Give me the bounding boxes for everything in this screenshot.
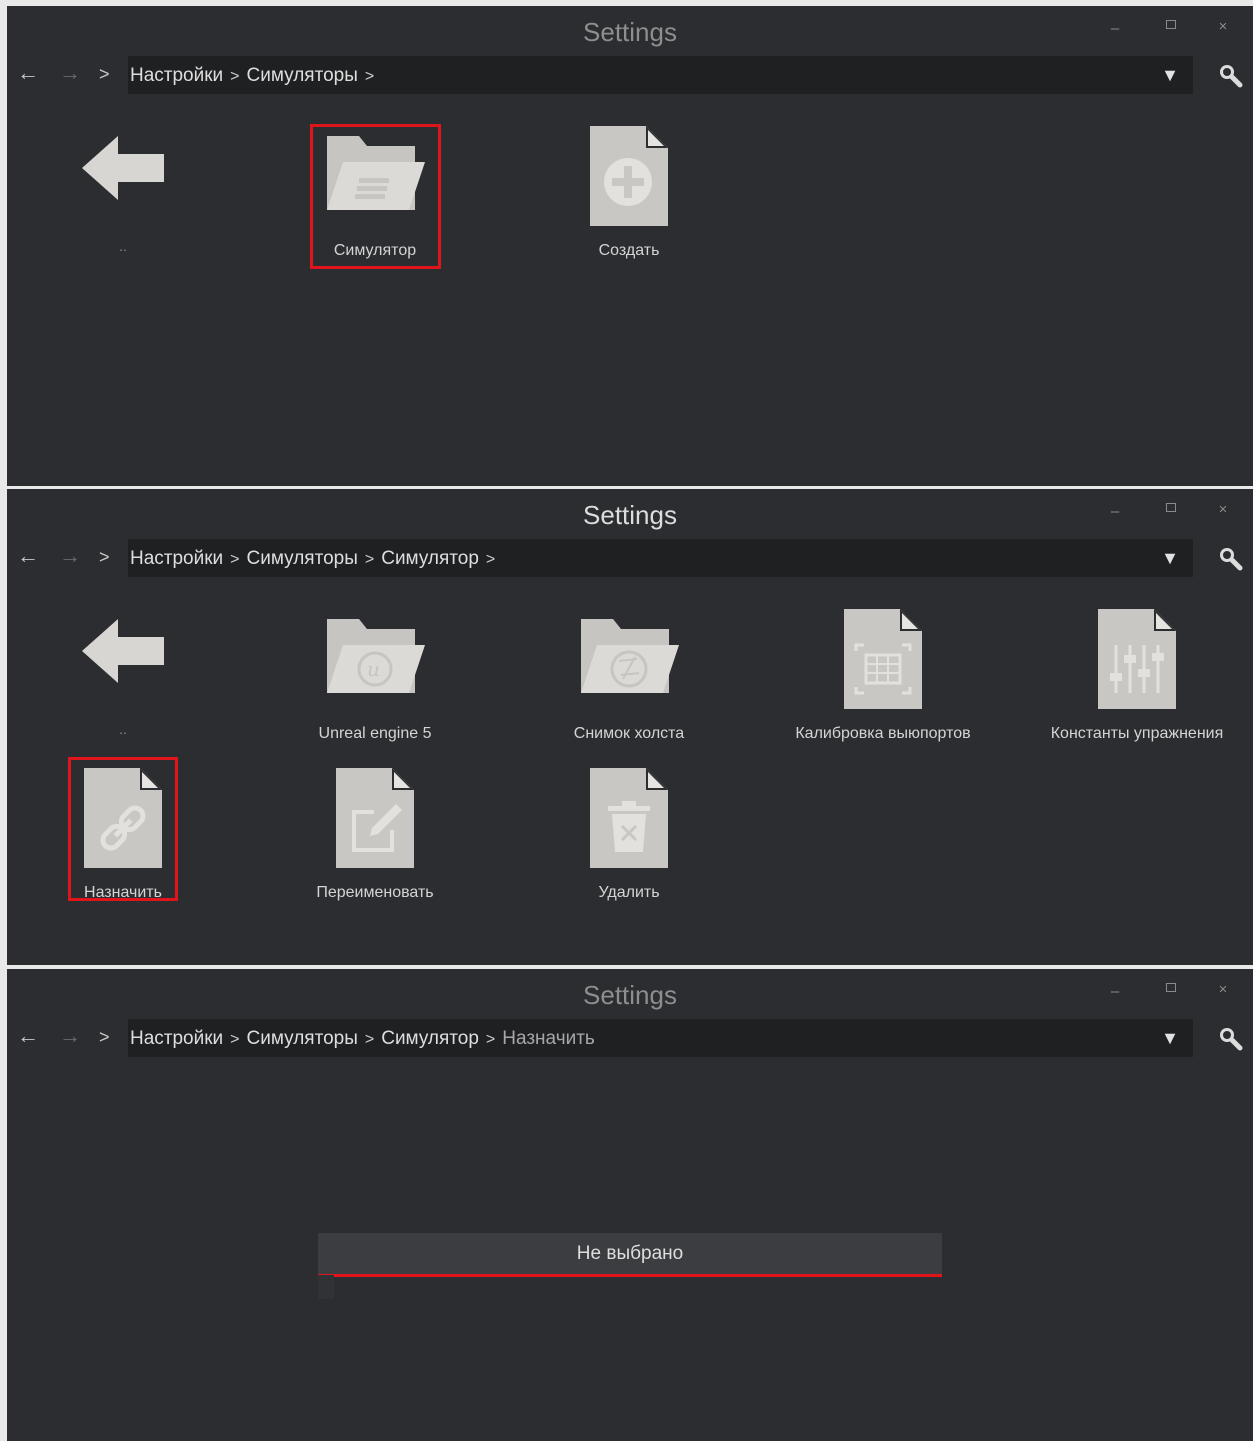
breadcrumb-item[interactable]: Симулятор: [381, 1028, 479, 1049]
breadcrumb-item[interactable]: Симуляторы: [247, 65, 358, 86]
settings-window-1: Settings – × ← → > Настройки > Симуляторы >…: [7, 6, 1253, 486]
tile-create[interactable]: Создать: [549, 116, 709, 266]
path-dropdown-icon[interactable]: ▼: [1161, 65, 1179, 86]
settings-window-3: Settings – × ← → > Настройки > Симуляторы >…: [7, 969, 1253, 1441]
navigation-row: ← → > Настройки > Симуляторы > Симулятор > ▼: [7, 539, 1253, 579]
tile-unreal-engine[interactable]: u Unreal engine 5: [295, 599, 455, 749]
breadcrumb-item[interactable]: Симулятор: [381, 548, 479, 569]
select-scroll-stub: [318, 1275, 334, 1299]
maximize-button[interactable]: [1161, 979, 1181, 996]
tile-label: Переименовать: [316, 884, 434, 901]
settings-window-2: Settings – × ← → > Настройки > Симуляторы >…: [7, 489, 1253, 965]
up-button[interactable]: >: [99, 1027, 110, 1048]
back-button[interactable]: ←: [17, 543, 39, 569]
highlight-frame: [68, 757, 178, 901]
up-button[interactable]: >: [99, 547, 110, 568]
navigation-row: ← → > Настройки > Симуляторы > ▼: [7, 56, 1253, 96]
path-dropdown-icon[interactable]: ▼: [1161, 548, 1179, 569]
title-bar: Settings – ×: [7, 969, 1253, 1017]
folder-aperture-icon: [581, 619, 679, 693]
breadcrumb-separator: >: [364, 551, 375, 568]
forward-button[interactable]: →: [59, 1023, 81, 1049]
breadcrumb-item[interactable]: Настройки: [130, 548, 223, 569]
close-button[interactable]: ×: [1213, 501, 1233, 518]
tile-label: Калибровка выюпортов: [795, 725, 971, 742]
breadcrumb-items: Настройки > Симуляторы > Симулятор > Назначить: [130, 1028, 595, 1050]
folder-unreal-icon: u: [327, 619, 425, 693]
search-icon[interactable]: [1217, 1025, 1243, 1051]
breadcrumb-item[interactable]: Симуляторы: [247, 548, 358, 569]
tile-label: Снимок холста: [573, 725, 685, 742]
maximize-icon: [1166, 503, 1176, 512]
tile-label: Unreal engine 5: [318, 725, 432, 742]
tile-delete[interactable]: Удалить: [549, 758, 709, 908]
breadcrumb-items: Настройки > Симуляторы > Симулятор >: [130, 548, 502, 570]
maximize-icon: [1166, 983, 1176, 992]
path-dropdown-icon[interactable]: ▼: [1161, 1028, 1179, 1049]
maximize-button[interactable]: [1161, 16, 1181, 33]
assign-select[interactable]: Не выбрано: [318, 1233, 942, 1299]
tile-viewport-calibration[interactable]: Калибровка выюпортов: [795, 599, 971, 749]
back-button[interactable]: ←: [17, 1023, 39, 1049]
search-icon[interactable]: [1217, 545, 1243, 571]
forward-button[interactable]: →: [59, 60, 81, 86]
back-button[interactable]: ←: [17, 60, 39, 86]
maximize-icon: [1166, 20, 1176, 29]
tile-parent[interactable]: ..: [43, 599, 203, 749]
breadcrumb-separator: >: [364, 1031, 375, 1048]
breadcrumb-separator: >: [485, 551, 496, 568]
window-title: Settings: [583, 980, 677, 1010]
breadcrumb-separator: >: [230, 1031, 240, 1048]
forward-button[interactable]: →: [59, 543, 81, 569]
breadcrumb: Настройки > Симуляторы > Симулятор > Назначить…: [128, 1019, 1193, 1057]
breadcrumb-items: Настройки > Симуляторы >: [130, 65, 381, 87]
tile-label: Константы упражнения: [1050, 725, 1224, 742]
tile-exercise-constants[interactable]: Константы упражнения: [1051, 599, 1223, 749]
breadcrumb-separator: >: [230, 551, 240, 568]
tile-label: Создать: [598, 242, 660, 259]
breadcrumb-item[interactable]: Настройки: [130, 1028, 223, 1049]
tile-parent[interactable]: ..: [43, 116, 203, 266]
window-title: Settings: [583, 500, 677, 530]
breadcrumb-item[interactable]: Симуляторы: [247, 1028, 358, 1049]
window-title: Settings: [583, 17, 677, 47]
select-value: Не выбрано: [576, 1243, 684, 1264]
up-button[interactable]: >: [99, 64, 110, 85]
tile-label: Удалить: [598, 884, 660, 901]
breadcrumb-separator: >: [230, 68, 240, 85]
tile-rename[interactable]: Переименовать: [295, 758, 455, 908]
file-sliders-icon: [1098, 609, 1176, 709]
breadcrumb-separator: >: [485, 1031, 496, 1048]
highlight-frame: [310, 124, 441, 269]
select-underline: [318, 1274, 942, 1277]
navigation-row: ← → > Настройки > Симуляторы > Симулятор > Наз…: [7, 1019, 1253, 1059]
file-delete-icon: [590, 768, 668, 868]
close-button[interactable]: ×: [1213, 981, 1233, 998]
svg-text:u: u: [367, 657, 380, 681]
title-bar: Settings – ×: [7, 6, 1253, 54]
file-calibration-icon: [844, 609, 922, 709]
close-button[interactable]: ×: [1213, 18, 1233, 35]
minimize-button[interactable]: –: [1105, 503, 1125, 520]
breadcrumb-item[interactable]: Настройки: [130, 65, 223, 86]
tile-canvas-snapshot[interactable]: Снимок холста: [549, 599, 709, 749]
breadcrumb: Настройки > Симуляторы > ▼: [128, 56, 1193, 94]
maximize-button[interactable]: [1161, 499, 1181, 516]
title-bar: Settings – ×: [7, 489, 1253, 537]
search-icon[interactable]: [1217, 62, 1243, 88]
minimize-button[interactable]: –: [1105, 983, 1125, 1000]
back-arrow-icon: [82, 136, 164, 200]
breadcrumb-current: Назначить: [502, 1028, 595, 1049]
breadcrumb-separator: >: [364, 68, 375, 85]
file-add-icon: [590, 126, 668, 226]
minimize-button[interactable]: –: [1105, 20, 1125, 37]
tile-label: ..: [119, 238, 127, 254]
back-arrow-icon: [82, 619, 164, 683]
file-edit-icon: [336, 768, 414, 868]
tile-label: ..: [119, 721, 127, 737]
breadcrumb: Настройки > Симуляторы > Симулятор > ▼: [128, 539, 1193, 577]
